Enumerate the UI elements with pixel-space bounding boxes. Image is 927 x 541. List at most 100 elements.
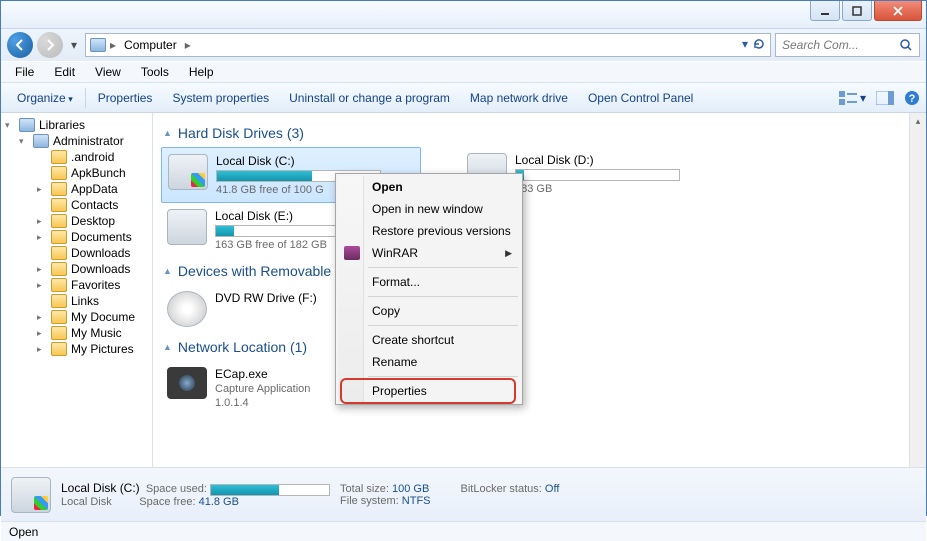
expander-icon[interactable]: ▸ xyxy=(37,216,47,227)
group-network-location[interactable]: ▲Network Location (1) xyxy=(161,333,918,361)
breadcrumb-sep-icon: ▸ xyxy=(185,38,191,52)
maximize-button[interactable] xyxy=(842,1,872,21)
navigation-tree[interactable]: ▾ Libraries ▾ Administrator.androidApkBunch… xyxy=(1,113,153,467)
context-menu-restore-previous-versions[interactable]: Restore previous versions xyxy=(338,220,520,242)
context-menu-open-in-new-window[interactable]: Open in new window xyxy=(338,198,520,220)
nav-back-button[interactable] xyxy=(7,32,33,58)
toolbar-uninstall[interactable]: Uninstall or change a program xyxy=(279,87,460,109)
breadcrumb[interactable]: ▸ Computer ▸ ▾ xyxy=(85,33,771,57)
dvd-icon xyxy=(167,291,207,327)
tree-item-favorites[interactable]: ▸Favorites xyxy=(1,277,152,293)
menu-tools[interactable]: Tools xyxy=(133,63,177,81)
tree-item-label: Downloads xyxy=(71,262,130,276)
expander-icon[interactable]: ▸ xyxy=(37,264,47,275)
expander-icon[interactable]: ▸ xyxy=(37,328,47,339)
menu-help[interactable]: Help xyxy=(181,63,222,81)
group-hard-disk-drives[interactable]: ▲Hard Disk Drives (3) xyxy=(161,119,918,147)
window-titlebar xyxy=(1,1,926,29)
expander-icon[interactable]: ▸ xyxy=(37,344,47,355)
folder-icon xyxy=(51,310,67,324)
help-button[interactable]: ? xyxy=(904,90,920,106)
menu-edit[interactable]: Edit xyxy=(46,63,83,81)
toolbar: Organize Properties System properties Un… xyxy=(1,83,926,113)
drive-icon xyxy=(167,209,207,245)
expander-icon[interactable]: ▾ xyxy=(19,136,29,147)
expander-icon[interactable]: ▸ xyxy=(37,184,47,195)
close-button[interactable] xyxy=(874,1,922,21)
tree-item-documents[interactable]: ▸ Documents xyxy=(1,229,152,245)
expander-icon[interactable]: ▸ xyxy=(37,280,47,291)
toolbar-control-panel[interactable]: Open Control Panel xyxy=(578,87,703,109)
context-menu-label: WinRAR xyxy=(372,246,418,260)
context-menu-properties[interactable]: Properties xyxy=(338,380,520,402)
scroll-up-icon[interactable]: ▴ xyxy=(910,113,926,130)
expander-icon[interactable]: ▾ xyxy=(5,120,15,131)
context-menu-copy[interactable]: Copy xyxy=(338,300,520,322)
tree-item-administrator[interactable]: ▾ Administrator xyxy=(1,133,152,149)
folder-icon xyxy=(51,198,67,212)
details-type: Local Disk xyxy=(61,496,112,508)
context-menu-label: Create shortcut xyxy=(372,333,454,347)
menu-file[interactable]: File xyxy=(7,63,42,81)
tree-item-libraries[interactable]: ▾ Libraries xyxy=(1,117,152,133)
preview-pane-button[interactable] xyxy=(876,91,894,105)
item-subtitle: Capture Application xyxy=(215,383,310,395)
tree-item-downloads[interactable]: Downloads xyxy=(1,245,152,261)
view-mode-button[interactable]: ▾ xyxy=(838,90,866,106)
tree-item-label: ApkBunch xyxy=(71,166,126,180)
folder-icon xyxy=(51,294,67,308)
group-removable-devices[interactable]: ▲Devices with Removable xyxy=(161,257,918,285)
tree-item-label: Libraries xyxy=(39,118,85,132)
toolbar-divider xyxy=(85,88,86,108)
collapse-icon: ▲ xyxy=(163,128,172,138)
toolbar-map-drive[interactable]: Map network drive xyxy=(460,87,578,109)
tree-item-label: Contacts xyxy=(71,198,118,212)
tree-item-links[interactable]: Links xyxy=(1,293,152,309)
lib-icon xyxy=(19,118,35,132)
expander-icon[interactable]: ▸ xyxy=(37,232,47,243)
tree-item-apkbunch[interactable]: ApkBunch xyxy=(1,165,152,181)
breadcrumb-computer[interactable]: Computer xyxy=(120,38,181,52)
context-menu-open[interactable]: Open xyxy=(338,176,520,198)
tree-item-downloads[interactable]: ▸ Downloads xyxy=(1,261,152,277)
tree-item-my-music[interactable]: ▸ My Music xyxy=(1,325,152,341)
context-menu-separator xyxy=(368,296,518,297)
breadcrumb-sep-icon: ▸ xyxy=(110,38,116,52)
tree-item--android[interactable]: .android xyxy=(1,149,152,165)
tree-item-contacts[interactable]: Contacts xyxy=(1,197,152,213)
expander-icon[interactable]: ▸ xyxy=(37,312,47,323)
context-menu-format-[interactable]: Format... xyxy=(338,271,520,293)
content-scrollbar[interactable]: ▴ xyxy=(909,113,926,467)
tree-item-label: Administrator xyxy=(53,134,124,148)
tree-item-label: Documents xyxy=(71,230,132,244)
tree-item-appdata[interactable]: ▸AppData xyxy=(1,181,152,197)
capacity-bar xyxy=(515,169,680,181)
folder-icon xyxy=(51,278,67,292)
tree-item-desktop[interactable]: ▸Desktop xyxy=(1,213,152,229)
toolbar-properties[interactable]: Properties xyxy=(88,87,163,109)
refresh-icon[interactable] xyxy=(752,37,766,54)
context-menu-rename[interactable]: Rename xyxy=(338,351,520,373)
nav-forward-button[interactable] xyxy=(37,32,63,58)
minimize-button[interactable] xyxy=(810,1,840,21)
menu-bar: File Edit View Tools Help xyxy=(1,61,926,83)
context-menu-winrar[interactable]: WinRAR▶ xyxy=(338,242,520,264)
address-dropdown-icon[interactable]: ▾ xyxy=(742,37,748,54)
menu-view[interactable]: View xyxy=(87,63,129,81)
content-pane[interactable]: ▲Hard Disk Drives (3) Local Disk (C:) 41… xyxy=(153,113,926,467)
nav-history-dropdown[interactable]: ▾ xyxy=(67,38,81,52)
context-menu-create-shortcut[interactable]: Create shortcut xyxy=(338,329,520,351)
context-menu: OpenOpen in new windowRestore previous v… xyxy=(335,173,523,405)
drive-name: Local Disk (C:) xyxy=(216,154,381,168)
tree-item-my-docume[interactable]: ▸My Docume xyxy=(1,309,152,325)
tree-item-my-pictures[interactable]: ▸My Pictures xyxy=(1,341,152,357)
details-drive-icon xyxy=(11,477,51,513)
toolbar-system-properties[interactable]: System properties xyxy=(162,87,279,109)
search-input[interactable]: Search Com... xyxy=(775,33,920,57)
folder-icon xyxy=(51,342,67,356)
collapse-icon: ▲ xyxy=(163,342,172,352)
search-icon xyxy=(899,38,913,52)
tree-item-label: My Music xyxy=(71,326,122,340)
organize-button[interactable]: Organize xyxy=(7,87,83,109)
status-text: Open xyxy=(9,525,38,539)
